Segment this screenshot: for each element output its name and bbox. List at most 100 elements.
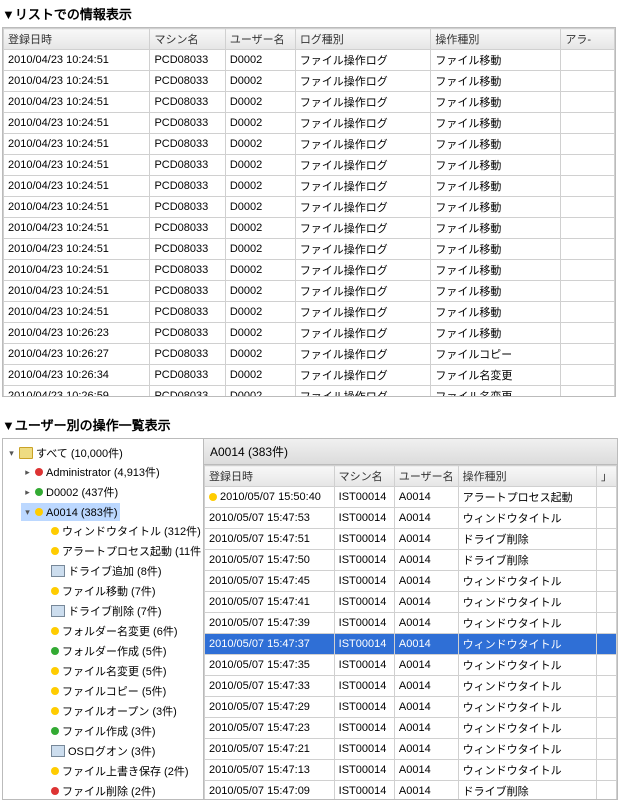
cell	[561, 302, 615, 323]
cell: A0014	[394, 655, 458, 676]
cell: 2010/05/07 15:47:41	[205, 592, 335, 613]
table-row[interactable]: 2010/05/07 15:47:33IST00014A0014ウィンドウタイト…	[205, 676, 617, 697]
right-pane: A0014 (383件) 登録日時マシン名ユーザー名操作種別」 2010/05/…	[204, 439, 617, 799]
table-row[interactable]: 2010/05/07 15:47:35IST00014A0014ウィンドウタイト…	[205, 655, 617, 676]
cell: IST00014	[334, 781, 394, 800]
detail-grid-wrap[interactable]: 登録日時マシン名ユーザー名操作種別」 2010/05/07 15:50:40IS…	[204, 465, 617, 799]
tree-node[interactable]: ドライブ追加 (8件)	[37, 562, 164, 580]
tree-node[interactable]: フォルダー名変更 (6件)	[37, 622, 180, 640]
table-row[interactable]: 2010/05/07 15:50:40IST00014A0014アラートプロセス…	[205, 487, 617, 508]
table-row[interactable]: 2010/04/23 10:26:59PCD08033D0002ファイル操作ログ…	[4, 386, 615, 397]
tree-node[interactable]: ウィンドウタイトル (312件)	[37, 522, 203, 540]
tree-node[interactable]: ファイル作成 (3件)	[37, 722, 158, 740]
table-row[interactable]: 2010/04/23 10:24:51PCD08033D0002ファイル操作ログ…	[4, 113, 615, 134]
table-row[interactable]: 2010/04/23 10:24:51PCD08033D0002ファイル操作ログ…	[4, 155, 615, 176]
tree-root-node[interactable]: ▾すべて (10,000件)	[5, 444, 125, 462]
tree-node[interactable]: ファイルコピー (5件)	[37, 682, 168, 700]
table-row[interactable]: 2010/04/23 10:24:51PCD08033D0002ファイル操作ログ…	[4, 239, 615, 260]
col-header[interactable]: ユーザー名	[394, 466, 458, 487]
table-row[interactable]: 2010/05/07 15:47:23IST00014A0014ウィンドウタイト…	[205, 718, 617, 739]
expander-icon[interactable]: ▸	[23, 487, 32, 498]
table-row[interactable]: 2010/05/07 15:47:53IST00014A0014ウィンドウタイト…	[205, 508, 617, 529]
tree-node[interactable]: ファイル移動 (7件)	[37, 582, 158, 600]
table-row[interactable]: 2010/04/23 10:24:51PCD08033D0002ファイル操作ログ…	[4, 176, 615, 197]
table-row[interactable]: 2010/05/07 15:47:21IST00014A0014ウィンドウタイト…	[205, 739, 617, 760]
tree-node[interactable]: ▸Administrator (4,913件)	[21, 463, 162, 481]
col-header[interactable]: マシン名	[334, 466, 394, 487]
tree-node[interactable]: ▸D0002 (437件)	[21, 483, 120, 501]
cell: ウィンドウタイトル	[458, 676, 596, 697]
tree-node[interactable]: ▾A0014 (383件)	[21, 503, 120, 521]
table-row[interactable]: 2010/04/23 10:24:51PCD08033D0002ファイル操作ログ…	[4, 50, 615, 71]
tree-pane[interactable]: ▾すべて (10,000件)▸Administrator (4,913件) ▸D0…	[3, 439, 204, 799]
col-header[interactable]: 登録日時	[4, 29, 150, 50]
tree-node[interactable]: ドライブ削除 (7件)	[37, 602, 164, 620]
tree-label: ファイルコピー (5件)	[62, 683, 166, 699]
cell: A0014	[394, 487, 458, 508]
col-header[interactable]: ユーザー名	[225, 29, 295, 50]
cell: ファイル移動	[431, 302, 561, 323]
table-row[interactable]: 2010/05/07 15:47:41IST00014A0014ウィンドウタイト…	[205, 592, 617, 613]
table-row[interactable]: 2010/04/23 10:24:51PCD08033D0002ファイル操作ログ…	[4, 260, 615, 281]
cell: ファイル移動	[431, 260, 561, 281]
table-row[interactable]: 2010/04/23 10:24:51PCD08033D0002ファイル操作ログ…	[4, 197, 615, 218]
table-row[interactable]: 2010/04/23 10:24:51PCD08033D0002ファイル操作ログ…	[4, 218, 615, 239]
cell	[561, 176, 615, 197]
folder-icon	[19, 447, 33, 459]
tree-label: フォルダー作成 (5件)	[62, 643, 167, 659]
tree-label: ドライブ削除 (7件)	[68, 603, 162, 619]
tree-node[interactable]: ファイル名変更 (5件)	[37, 662, 169, 680]
table-row[interactable]: 2010/05/07 15:47:45IST00014A0014ウィンドウタイト…	[205, 571, 617, 592]
tree-label: OSログオン (3件)	[68, 743, 155, 759]
expander-icon[interactable]: ▸	[23, 467, 32, 478]
tree-node[interactable]: OSログオン (3件)	[37, 742, 157, 760]
cell: D0002	[225, 176, 295, 197]
tree-label: ファイル作成 (3件)	[62, 723, 156, 739]
table-row[interactable]: 2010/05/07 15:47:09IST00014A0014ドライブ削除	[205, 781, 617, 800]
expander-icon[interactable]: ▾	[23, 507, 32, 518]
table-row[interactable]: 2010/05/07 15:47:39IST00014A0014ウィンドウタイト…	[205, 613, 617, 634]
cell: A0014	[394, 529, 458, 550]
cell: D0002	[225, 344, 295, 365]
table-row[interactable]: 2010/05/07 15:47:13IST00014A0014ウィンドウタイト…	[205, 760, 617, 781]
tree-node[interactable]: ファイル削除 (2件)	[37, 782, 158, 799]
col-header[interactable]: マシン名	[150, 29, 225, 50]
table-row[interactable]: 2010/04/23 10:24:51PCD08033D0002ファイル操作ログ…	[4, 302, 615, 323]
table-row[interactable]: 2010/05/07 15:47:51IST00014A0014ドライブ削除	[205, 529, 617, 550]
table-row[interactable]: 2010/04/23 10:24:51PCD08033D0002ファイル操作ログ…	[4, 71, 615, 92]
col-header[interactable]: 」	[596, 466, 616, 487]
status-dot-icon	[51, 527, 59, 535]
cell: 2010/04/23 10:24:51	[4, 71, 150, 92]
cell: IST00014	[334, 718, 394, 739]
expander-icon[interactable]: ▾	[7, 448, 16, 459]
tree-node[interactable]: ファイルオープン (3件)	[37, 702, 179, 720]
table-row[interactable]: 2010/05/07 15:47:29IST00014A0014ウィンドウタイト…	[205, 697, 617, 718]
col-header[interactable]: 登録日時	[205, 466, 335, 487]
table-row[interactable]: 2010/04/23 10:24:51PCD08033D0002ファイル操作ログ…	[4, 134, 615, 155]
table-row[interactable]: 2010/05/07 15:47:50IST00014A0014ドライブ削除	[205, 550, 617, 571]
drive-icon	[51, 565, 65, 577]
cell: PCD08033	[150, 197, 225, 218]
col-header[interactable]: 操作種別	[458, 466, 596, 487]
list-grid-wrap[interactable]: 登録日時マシン名ユーザー名ログ種別操作種別アラ- 2010/04/23 10:2…	[3, 28, 615, 396]
cell: 2010/04/23 10:24:51	[4, 302, 150, 323]
table-row[interactable]: 2010/04/23 10:24:51PCD08033D0002ファイル操作ログ…	[4, 281, 615, 302]
col-header[interactable]: アラ-	[561, 29, 615, 50]
cell: A0014	[394, 781, 458, 800]
cell: D0002	[225, 323, 295, 344]
col-header[interactable]: ログ種別	[295, 29, 431, 50]
cell: 2010/05/07 15:47:23	[205, 718, 335, 739]
table-row[interactable]: 2010/04/23 10:24:51PCD08033D0002ファイル操作ログ…	[4, 92, 615, 113]
tree-node[interactable]: フォルダー作成 (5件)	[37, 642, 169, 660]
cell	[596, 781, 616, 800]
tree-node[interactable]: ファイル上書き保存 (2件)	[37, 762, 191, 780]
table-row[interactable]: 2010/04/23 10:26:23PCD08033D0002ファイル操作ログ…	[4, 323, 615, 344]
table-row[interactable]: 2010/04/23 10:26:27PCD08033D0002ファイル操作ログ…	[4, 344, 615, 365]
tree-node[interactable]: アラートプロセス起動 (11件	[37, 542, 203, 560]
cell: IST00014	[334, 739, 394, 760]
table-row[interactable]: 2010/04/23 10:26:34PCD08033D0002ファイル操作ログ…	[4, 365, 615, 386]
col-header[interactable]: 操作種別	[431, 29, 561, 50]
cell: 2010/04/23 10:26:34	[4, 365, 150, 386]
table-row[interactable]: 2010/05/07 15:47:37IST00014A0014ウィンドウタイト…	[205, 634, 617, 655]
cell: 2010/04/23 10:24:51	[4, 197, 150, 218]
